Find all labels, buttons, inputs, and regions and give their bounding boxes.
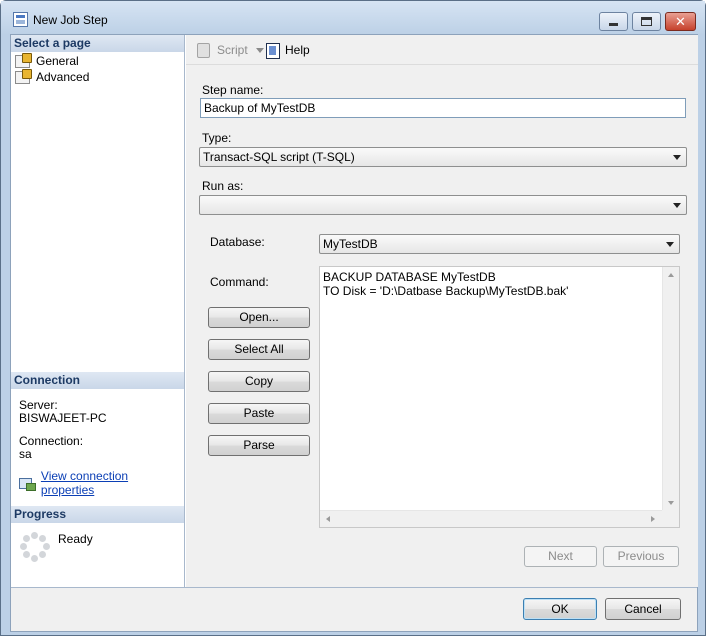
type-select[interactable]: Transact-SQL script (T-SQL) — [199, 147, 687, 167]
copy-button[interactable]: Copy — [208, 371, 310, 392]
vertical-scrollbar[interactable] — [662, 267, 679, 511]
scroll-left-icon[interactable] — [326, 516, 330, 522]
app-icon — [13, 12, 28, 27]
parse-button[interactable]: Parse — [208, 435, 310, 456]
type-label: Type: — [202, 131, 232, 145]
page-settings-icon — [15, 52, 32, 68]
scroll-right-icon[interactable] — [651, 516, 655, 522]
view-connection-properties-link[interactable]: View connection properties — [41, 469, 184, 497]
command-editor[interactable]: BACKUP DATABASE MyTestDB TO Disk = 'D:\D… — [319, 266, 680, 528]
database-label: Database: — [210, 235, 265, 249]
cancel-button[interactable]: Cancel — [605, 598, 681, 620]
dialog-body: Select a page General Advanced Connectio… — [10, 34, 698, 632]
database-value: MyTestDB — [323, 237, 378, 251]
connection-header: Connection — [11, 372, 184, 389]
page-item-label: General — [36, 54, 79, 68]
left-pane: Select a page General Advanced Connectio… — [11, 35, 185, 587]
chevron-down-icon — [666, 242, 674, 247]
scroll-down-icon[interactable] — [668, 501, 674, 505]
view-connection-properties[interactable]: View connection properties — [19, 469, 184, 497]
page-item-advanced[interactable]: Advanced — [15, 68, 90, 85]
maximize-icon — [641, 17, 652, 26]
database-select[interactable]: MyTestDB — [319, 234, 680, 254]
command-label: Command: — [210, 275, 269, 289]
horizontal-scrollbar[interactable] — [320, 510, 663, 527]
scroll-up-icon[interactable] — [668, 273, 674, 277]
minimize-icon — [609, 23, 618, 26]
chevron-down-icon — [673, 155, 681, 160]
open-button[interactable]: Open... — [208, 307, 310, 328]
scrollbar-corner — [662, 510, 679, 527]
help-icon — [265, 42, 281, 59]
step-name-input[interactable]: Backup of MyTestDB — [200, 98, 686, 118]
paste-button[interactable]: Paste — [208, 403, 310, 424]
toolbar-divider — [186, 64, 698, 65]
server-value: BISWAJEET-PC — [19, 411, 107, 425]
previous-button[interactable]: Previous — [603, 546, 679, 567]
dialog-footer: OK Cancel — [11, 587, 697, 631]
window-title: New Job Step — [33, 13, 108, 27]
script-button[interactable]: Script — [195, 42, 272, 58]
minimize-button[interactable] — [599, 12, 628, 31]
progress-header: Progress — [11, 506, 184, 523]
next-button[interactable]: Next — [524, 546, 597, 567]
page-settings-icon — [15, 68, 32, 84]
ok-button[interactable]: OK — [523, 598, 597, 620]
script-icon — [195, 42, 211, 58]
maximize-button[interactable] — [632, 12, 661, 31]
connection-label: Connection: — [19, 434, 84, 448]
run-as-select[interactable] — [199, 195, 687, 215]
progress-status: Ready — [58, 532, 93, 546]
page-item-label: Advanced — [36, 70, 90, 84]
connection-properties-icon — [19, 477, 36, 491]
select-all-button[interactable]: Select All — [208, 339, 310, 360]
command-text[interactable]: BACKUP DATABASE MyTestDB TO Disk = 'D:\D… — [323, 270, 663, 298]
script-label: Script — [217, 43, 248, 57]
type-value: Transact-SQL script (T-SQL) — [203, 150, 355, 164]
connection-value: sa — [19, 447, 32, 461]
progress-spinner-icon — [20, 532, 50, 562]
help-button[interactable]: Help — [265, 42, 310, 59]
run-as-label: Run as: — [202, 179, 244, 193]
chevron-down-icon — [673, 203, 681, 208]
chevron-down-icon[interactable] — [255, 47, 264, 53]
title-bar[interactable]: New Job Step ✕ — [1, 1, 705, 35]
select-page-header: Select a page — [11, 35, 184, 52]
toolbar: Script Help — [186, 35, 698, 64]
step-name-label: Step name: — [202, 83, 264, 97]
close-icon: ✕ — [675, 14, 686, 29]
right-pane: Script Help Step name: Backup of MyTestD… — [186, 35, 698, 587]
dialog-window: New Job Step ✕ Select a page General Adv… — [0, 0, 706, 636]
close-button[interactable]: ✕ — [665, 12, 696, 31]
page-item-general[interactable]: General — [15, 52, 79, 69]
server-label: Server: — [19, 398, 58, 412]
help-label: Help — [285, 43, 310, 57]
